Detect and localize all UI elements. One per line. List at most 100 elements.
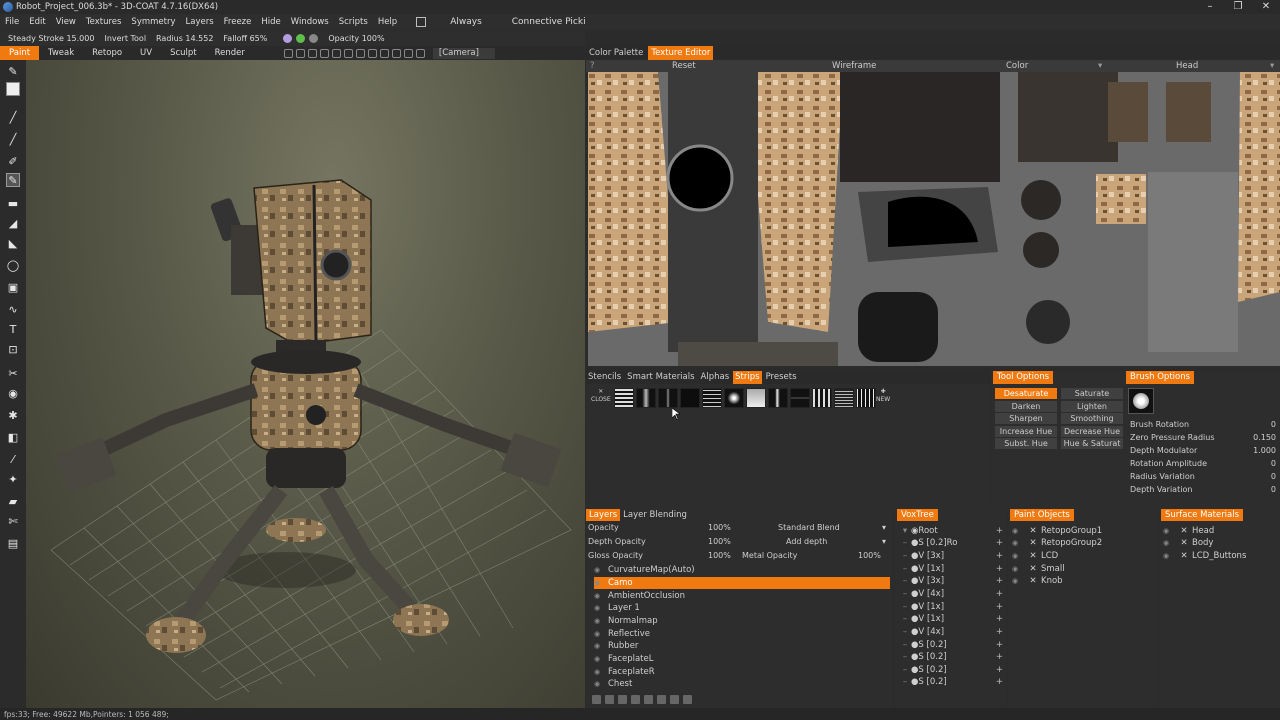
tab-alphas[interactable]: Alphas [699, 371, 732, 384]
voxtree-row[interactable]: – ● V [1x] + [899, 601, 1003, 613]
surface-material-item[interactable]: ◉ ✕ Head [1163, 525, 1275, 537]
lasso-tool-icon[interactable]: ◯ [6, 258, 20, 272]
brush-tool-icon[interactable]: ╱ [6, 110, 20, 124]
brush-mode-icons[interactable] [283, 34, 319, 43]
radius-variation-field[interactable]: Radius Variation 0 [1130, 472, 1276, 484]
smudge-tool-icon[interactable]: ▬ [6, 196, 20, 210]
opacity-row[interactable]: Opacity 100% Standard Blend ▾ [588, 523, 890, 535]
increase-hue-button[interactable]: Increase Hue [995, 425, 1057, 437]
pencil-tool-icon[interactable]: ✐ [6, 154, 20, 168]
pin-tool-icon[interactable]: ▰ [6, 494, 20, 508]
menu-freeze[interactable]: Freeze [219, 14, 257, 30]
strip-thumbnails[interactable] [614, 388, 876, 408]
room-tweak[interactable]: Tweak [39, 46, 83, 60]
room-sculpt[interactable]: Sculpt [161, 46, 206, 60]
decrease-hue-button[interactable]: Decrease Hue [1061, 425, 1123, 437]
tab-layers[interactable]: Layers [586, 509, 621, 521]
scissors-tool-icon[interactable]: ✄ [6, 514, 20, 528]
depth-opacity-row[interactable]: Depth Opacity 100% Add depth ▾ [588, 537, 890, 549]
layer-item[interactable]: ◉ Rubber [594, 640, 890, 652]
tab-smart-materials[interactable]: Smart Materials [625, 371, 696, 384]
text-tool-icon[interactable]: T [6, 322, 20, 336]
eraser-tool-icon[interactable]: ◢ [6, 216, 20, 230]
layer-item[interactable]: ◉ FaceplateR [594, 666, 890, 678]
menu-scripts[interactable]: Scripts [334, 14, 373, 30]
room-retopo[interactable]: Retopo [83, 46, 131, 60]
voxtree-row[interactable]: – ● V [4x] + [899, 626, 1003, 638]
brush-preview[interactable] [1128, 388, 1154, 414]
object-dropdown[interactable]: Head [1176, 60, 1198, 72]
airbrush-tool-icon[interactable]: ╱ [6, 132, 20, 146]
sharpen-button[interactable]: Sharpen [995, 413, 1057, 424]
3d-viewport[interactable] [26, 60, 585, 708]
subst-hue-button[interactable]: Subst. Hue [995, 438, 1057, 449]
tab-texture-editor[interactable]: Texture Editor [648, 46, 714, 60]
layer-item[interactable]: ◉ Chest [594, 679, 890, 688]
wireframe-toggle[interactable]: Wireframe [832, 60, 876, 72]
radius-field[interactable]: Radius 14.552 [156, 34, 213, 43]
layer-item[interactable]: ◉ CurvatureMap(Auto) [594, 564, 890, 576]
chevron-down-icon[interactable]: ▾ [1270, 60, 1274, 72]
chevron-down-icon[interactable]: ▾ [1098, 60, 1102, 72]
ruler-tool-icon[interactable]: ▤ [6, 536, 20, 550]
tab-strips[interactable]: Strips [733, 371, 762, 384]
color-channel-dropdown[interactable]: Color [1006, 60, 1028, 72]
smoothing-button[interactable]: Smoothing [1061, 413, 1123, 424]
depth-variation-field[interactable]: Depth Variation 0 [1130, 485, 1276, 497]
surface-material-item[interactable]: ◉ ✕ LCD_Buttons [1163, 550, 1275, 562]
menu-file[interactable]: File [0, 14, 24, 30]
close-button[interactable]: ✕ [1252, 0, 1280, 14]
menu-edit[interactable]: Edit [24, 14, 50, 30]
voxtree-row[interactable]: – ● S [0.2] + [899, 664, 1003, 676]
help-icon[interactable]: ? [590, 60, 595, 72]
layer-item[interactable]: ◉ Layer 1 [594, 602, 890, 614]
strip-new-button[interactable]: ✚ NEW [876, 388, 890, 404]
layer-item[interactable]: ◉ FaceplateL [594, 653, 890, 665]
view-tool-icon[interactable]: ◉ [6, 386, 20, 400]
gloss-metal-row[interactable]: Gloss Opacity 100% Metal Opacity 100% [588, 551, 890, 563]
dropper-tool-icon[interactable]: ⁄ [6, 452, 20, 466]
pen-tool-icon[interactable]: ✎ [6, 64, 20, 78]
steady-stroke-toggle[interactable]: Steady Stroke 15.000 [8, 34, 94, 43]
wand-tool-icon[interactable]: ✦ [6, 472, 20, 486]
voxtree-row[interactable]: – ● V [3x] + [899, 550, 1003, 562]
reset-button[interactable]: Reset [672, 60, 696, 72]
opacity-field[interactable]: Opacity 100% [328, 34, 384, 43]
voxtree-row[interactable]: – ● V [1x] + [899, 613, 1003, 625]
camera-dropdown[interactable]: [Camera] [432, 47, 495, 59]
menu-hide[interactable]: Hide [256, 14, 285, 30]
invert-tool-toggle[interactable]: Invert Tool [104, 34, 146, 43]
voxtree-row[interactable]: – ● S [0.2] + [899, 651, 1003, 663]
clone-tool-icon[interactable]: ✂ [6, 366, 20, 380]
paint-object-item[interactable]: ◉ ✕ RetopoGroup2 [1012, 537, 1152, 549]
blend-mode-dropdown[interactable]: Standard Blend [778, 523, 840, 532]
paint-object-item[interactable]: ◉ ✕ Knob [1012, 575, 1152, 587]
paint-object-item[interactable]: ◉ ✕ LCD [1012, 550, 1152, 562]
layer-item[interactable]: ◉ AmbientOcclusion [594, 590, 890, 602]
connective-picking-dropdown[interactable]: Connective Picki [512, 17, 586, 27]
tab-presets[interactable]: Presets [764, 371, 799, 384]
depth-mode-dropdown[interactable]: Add depth [786, 537, 827, 546]
depth-modulator-field[interactable]: Depth Modulator 1.000 [1130, 446, 1276, 458]
menu-view[interactable]: View [51, 14, 81, 30]
voxtree-row[interactable]: ▾ ◉ Root + [899, 525, 1003, 537]
color-swatch[interactable] [6, 82, 20, 96]
active-tool-icon[interactable]: ✎ [6, 173, 20, 187]
room-paint[interactable]: Paint [0, 46, 40, 60]
lighten-button[interactable]: Lighten [1061, 400, 1123, 412]
menu-symmetry[interactable]: Symmetry [126, 14, 180, 30]
viewport-nav-icons[interactable] [283, 48, 425, 58]
paint-object-item[interactable]: ◉ ✕ Small [1012, 563, 1152, 575]
surface-material-item[interactable]: ◉ ✕ Body [1163, 537, 1275, 549]
brush-rotation-field[interactable]: Brush Rotation 0 [1130, 420, 1276, 432]
maximize-button[interactable]: ❐ [1224, 0, 1252, 14]
saturate-button[interactable]: Saturate [1061, 388, 1123, 399]
voxtree-row[interactable]: – ● S [0.2] + [899, 677, 1003, 686]
voxtree-row[interactable]: – ● S [0.2] + [899, 639, 1003, 651]
menu-help[interactable]: Help [373, 14, 402, 30]
layer-item[interactable]: ◉ Reflective [594, 628, 890, 640]
tab-color-palette[interactable]: Color Palette [586, 46, 646, 60]
stamp-tool-icon[interactable]: ◧ [6, 430, 20, 444]
voxtree-row[interactable]: – ● V [3x] + [899, 575, 1003, 587]
tab-stencils[interactable]: Stencils [586, 371, 623, 384]
